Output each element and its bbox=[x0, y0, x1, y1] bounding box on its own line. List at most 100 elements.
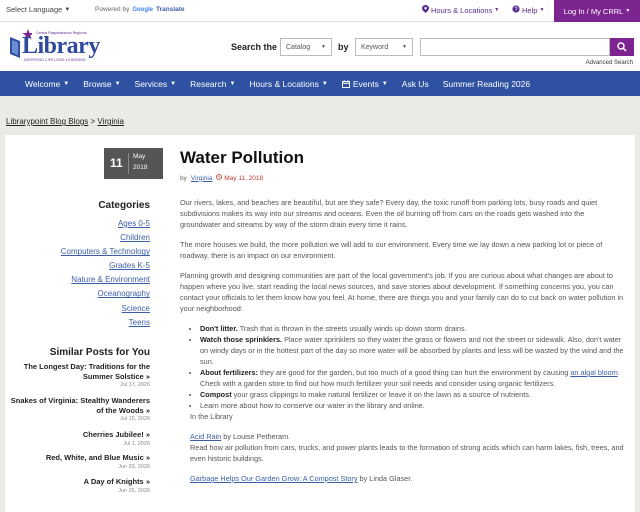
nav-item-events[interactable]: Events ▼ bbox=[335, 79, 395, 89]
similar-post-title[interactable]: Red, White, and Blue Music » bbox=[10, 453, 150, 463]
nav-label: Services bbox=[134, 78, 168, 89]
chevron-down-icon: ▼ bbox=[63, 80, 70, 87]
category-link[interactable]: Ages 0-5 bbox=[61, 217, 150, 231]
translate-link[interactable]: Translate bbox=[156, 6, 185, 13]
similar-post-title[interactable]: Snakes of Virginia: Stealthy Wanderers o… bbox=[10, 396, 150, 415]
breadcrumb-virginia-link[interactable]: Virginia bbox=[97, 117, 124, 126]
category-link[interactable]: Nature & Environment bbox=[61, 273, 150, 287]
language-select-label: Select Language bbox=[6, 5, 63, 14]
chevron-down-icon: ▼ bbox=[494, 7, 500, 13]
similar-post-date: Jul 1, 2026 bbox=[123, 440, 150, 447]
similar-post[interactable]: Snakes of Virginia: Stealthy Wanderers o… bbox=[10, 396, 150, 422]
similar-post-date: Jun 29, 2026 bbox=[118, 463, 150, 470]
nav-item-services[interactable]: Services ▼ bbox=[128, 79, 184, 89]
help-label: Help bbox=[522, 5, 538, 15]
search-button[interactable] bbox=[610, 38, 634, 56]
nav-label: Research bbox=[190, 78, 227, 89]
search-by-value: Keyword bbox=[361, 43, 389, 51]
search-scope-select[interactable]: Catalog ▼ bbox=[280, 38, 332, 56]
category-link[interactable]: Science bbox=[61, 302, 150, 316]
post-paragraph: Planning growth and designing communitie… bbox=[180, 271, 624, 313]
author-link[interactable]: Virginia bbox=[191, 175, 213, 182]
logo-tagline: INSPIRING LIFELONG LEARNING bbox=[24, 58, 86, 62]
similar-post-title[interactable]: The Longest Day: Traditions for the Summ… bbox=[10, 362, 150, 381]
nav-item-ask-us[interactable]: Ask Us bbox=[395, 79, 436, 89]
similar-post[interactable]: Cherries Jubilee! » Jul 1, 2026 bbox=[10, 430, 150, 447]
chevron-down-icon: ▼ bbox=[539, 7, 545, 13]
main-nav: Welcome ▼ Browse ▼ Services ▼ Research ▼ Hou… bbox=[0, 71, 640, 96]
nav-item-browse[interactable]: Browse ▼ bbox=[76, 79, 127, 89]
tip-text: Trash that is thrown in the streets usua… bbox=[237, 324, 467, 333]
help-link[interactable]: ? Help ▼ bbox=[512, 5, 544, 15]
similar-posts-title: Similar Posts for You bbox=[49, 347, 150, 358]
site-header: Central Rappahannock Regional Library IN… bbox=[0, 22, 640, 71]
tip-bold: Watch those sprinklers. bbox=[200, 335, 283, 344]
nav-label: Hours & Locations bbox=[249, 78, 319, 89]
book-title-link[interactable]: Garbage Helps Our Garden Grow: A Compost… bbox=[190, 474, 358, 483]
chevron-down-icon: ▼ bbox=[321, 80, 328, 87]
similar-post[interactable]: The Longest Day: Traditions for the Summ… bbox=[10, 362, 150, 388]
post-month: May bbox=[133, 153, 146, 160]
post-title: Water Pollution bbox=[180, 148, 305, 167]
date-divider bbox=[128, 153, 129, 174]
nav-label: Browse bbox=[83, 78, 112, 89]
login-button[interactable]: Log In / My CRRL ▼ bbox=[554, 0, 640, 22]
book-title-link[interactable]: Acid Rain bbox=[190, 432, 221, 441]
post-day: 11 bbox=[110, 156, 123, 170]
book-author: by Louise Petheram. bbox=[221, 432, 291, 441]
similar-post[interactable]: A Day of Knights » Jun 25, 2026 bbox=[10, 477, 150, 494]
nav-label: Events bbox=[352, 78, 379, 89]
post-paragraph: Our rivers, lakes, and beaches are beaut… bbox=[180, 198, 598, 229]
chevron-down-icon: ▼ bbox=[64, 6, 71, 13]
library-logo[interactable]: Central Rappahannock Regional Library IN… bbox=[8, 27, 100, 67]
nav-label: Ask Us bbox=[401, 78, 429, 89]
category-link[interactable]: Children bbox=[61, 231, 150, 245]
category-link[interactable]: Computers & Technology bbox=[61, 245, 150, 259]
book-entry: Acid Rain by Louise Petheram. bbox=[190, 431, 625, 442]
search-by-select[interactable]: Keyword ▼ bbox=[355, 38, 413, 56]
similar-post-title[interactable]: A Day of Knights » bbox=[10, 477, 150, 487]
category-link[interactable]: Oceanography bbox=[61, 287, 150, 301]
book-description: Read how air pollution from cars, trucks… bbox=[190, 443, 624, 463]
nav-item-research[interactable]: Research ▼ bbox=[183, 79, 242, 89]
categories-list: Ages 0-5 Children Computers & Technology… bbox=[61, 217, 150, 330]
search-scope-value: Catalog bbox=[286, 43, 311, 51]
nav-item-summer-reading[interactable]: Summer Reading 2026 bbox=[436, 79, 537, 89]
similar-post[interactable]: Red, White, and Blue Music » Jun 29, 202… bbox=[10, 453, 150, 470]
post-meta: by Virginia May 11, 2018 bbox=[180, 174, 625, 182]
search-icon bbox=[617, 42, 627, 52]
post-date-badge: 11 May 2018 bbox=[104, 148, 163, 179]
similar-post-date: Jun 25, 2026 bbox=[118, 487, 150, 494]
tip-text: your grass clippings to make natural fer… bbox=[231, 390, 531, 399]
list-item: Don't litter. Trash that is thrown in th… bbox=[200, 323, 625, 334]
list-item: Compost your grass clippings to make nat… bbox=[200, 389, 625, 400]
location-pin-icon bbox=[422, 5, 429, 15]
post-date: May 11, 2018 bbox=[216, 174, 263, 182]
help-icon: ? bbox=[512, 5, 520, 15]
logo-text: Library bbox=[22, 33, 100, 59]
category-link[interactable]: Grades K-5 bbox=[61, 259, 150, 273]
nav-label: Welcome bbox=[25, 78, 61, 89]
similar-post-date: Jul 15, 2026 bbox=[120, 416, 150, 422]
chevron-down-icon: ▼ bbox=[625, 8, 631, 14]
tip-text: they are good for the garden, but too mu… bbox=[257, 368, 571, 377]
hours-locations-link[interactable]: Hours & Locations ▼ bbox=[422, 5, 499, 15]
nav-item-welcome[interactable]: Welcome ▼ bbox=[18, 79, 76, 89]
similar-post-title[interactable]: Cherries Jubilee! » bbox=[10, 430, 150, 440]
breadcrumb-blogs-link[interactable]: Librarypoint Blog Blogs bbox=[6, 117, 88, 126]
language-select[interactable]: Select Language ▼ bbox=[6, 5, 70, 14]
category-link[interactable]: Teens bbox=[61, 316, 150, 330]
nav-label: Summer Reading 2026 bbox=[442, 78, 531, 89]
nav-item-hours-locations[interactable]: Hours & Locations ▼ bbox=[242, 79, 334, 89]
book-entry: Garbage Helps Our Garden Grow: A Compost… bbox=[190, 473, 625, 484]
chevron-down-icon: ▼ bbox=[381, 80, 388, 87]
algal-bloom-link[interactable]: an algal bloom bbox=[570, 368, 617, 377]
search-input[interactable] bbox=[420, 38, 610, 56]
hours-label: Hours & Locations bbox=[431, 5, 493, 15]
list-item: Learn more about how to conserve our wat… bbox=[200, 400, 625, 411]
advanced-search-link[interactable]: Advanced Search bbox=[586, 60, 633, 66]
similar-post-date: Jul 17, 2026 bbox=[120, 382, 150, 388]
powered-by-text: Powered by bbox=[95, 6, 130, 13]
chevron-down-icon: ▼ bbox=[321, 44, 326, 50]
calendar-icon bbox=[341, 79, 350, 88]
